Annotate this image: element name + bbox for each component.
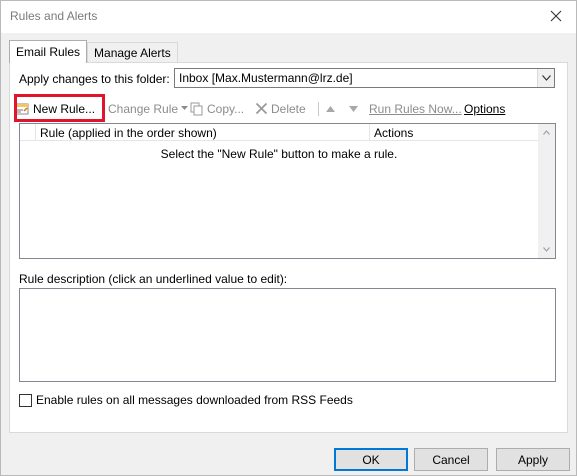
- empty-list-message: Select the "New Rule" button to make a r…: [160, 147, 398, 161]
- options-button[interactable]: Options: [464, 100, 505, 117]
- rule-description-box[interactable]: [19, 288, 556, 382]
- tab-manage-alerts[interactable]: Manage Alerts: [87, 42, 178, 63]
- copy-label: Copy...: [207, 101, 245, 116]
- options-label: Options: [464, 101, 506, 116]
- highlight-box: [14, 94, 105, 122]
- folder-label: Apply changes to this folder:: [19, 72, 170, 86]
- chevron-up-icon: [543, 130, 550, 135]
- ok-button[interactable]: OK: [334, 448, 408, 471]
- tab-email-rules[interactable]: Email Rules: [9, 40, 88, 63]
- rss-checkbox[interactable]: [19, 393, 32, 407]
- delete-button[interactable]: Delete: [255, 100, 306, 117]
- move-down-button[interactable]: [349, 100, 358, 117]
- rules-list[interactable]: Rule (applied in the order shown) Action…: [19, 123, 556, 259]
- triangle-down-icon: [349, 105, 358, 112]
- run-rules-now-button[interactable]: Run Rules Now...: [369, 100, 462, 117]
- folder-value: Inbox [Max.Mustermann@lrz.de]: [179, 71, 353, 85]
- list-header: Rule (applied in the order shown) Action…: [20, 124, 538, 141]
- run-rules-now-label: Run Rules Now...: [369, 101, 462, 116]
- triangle-up-icon: [326, 105, 335, 112]
- chevron-down-icon: [541, 75, 551, 81]
- delete-label: Delete: [271, 101, 306, 116]
- cancel-button[interactable]: Cancel: [414, 448, 488, 471]
- rss-rules-option[interactable]: Enable rules on all messages downloaded …: [19, 393, 353, 407]
- folder-dropdown[interactable]: Inbox [Max.Mustermann@lrz.de]: [174, 68, 555, 88]
- apply-button[interactable]: Apply: [496, 448, 570, 471]
- change-rule-button[interactable]: Change Rule: [108, 100, 189, 117]
- vertical-scrollbar[interactable]: [538, 124, 555, 258]
- dropdown-button[interactable]: [537, 69, 554, 87]
- copy-icon: [190, 102, 204, 116]
- scroll-up-button[interactable]: [538, 124, 555, 141]
- rss-checkbox-label: Enable rules on all messages downloaded …: [36, 393, 353, 407]
- move-up-button[interactable]: [326, 100, 335, 117]
- delete-icon: [255, 102, 268, 115]
- close-button[interactable]: [542, 3, 570, 29]
- copy-button[interactable]: Copy...: [190, 100, 244, 117]
- change-rule-label: Change Rule: [108, 101, 179, 116]
- dialog-footer: OK Cancel Apply: [1, 437, 576, 475]
- column-divider: [35, 124, 36, 141]
- rule-description-label: Rule description (click an underlined va…: [19, 272, 288, 286]
- tab-strip: Email Rules Manage Alerts: [9, 40, 178, 63]
- rules-and-alerts-dialog: Rules and Alerts Email Rules Manage Aler…: [0, 0, 577, 476]
- scroll-down-button[interactable]: [538, 241, 555, 258]
- column-header-rule[interactable]: Rule (applied in the order shown): [36, 124, 370, 141]
- column-header-actions[interactable]: Actions: [370, 124, 538, 141]
- chevron-down-icon: [543, 247, 550, 252]
- dropdown-arrow-icon: [181, 106, 189, 110]
- window-title: Rules and Alerts: [10, 9, 98, 23]
- close-icon: [550, 10, 562, 22]
- title-bar: Rules and Alerts: [1, 1, 576, 33]
- toolbar-separator: [318, 102, 319, 116]
- email-rules-panel: Apply changes to this folder: Inbox [Max…: [9, 62, 568, 433]
